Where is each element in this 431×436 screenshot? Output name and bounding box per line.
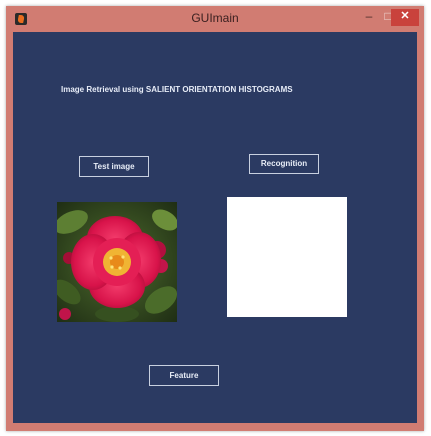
feature-button[interactable]: Feature <box>149 365 219 386</box>
flower-image <box>57 202 177 322</box>
test-image-button[interactable]: Test image <box>79 156 149 177</box>
title-bar[interactable]: GUImain – □ ✕ <box>6 6 424 32</box>
minimize-button[interactable]: – <box>360 9 378 26</box>
test-image-axes <box>57 202 177 322</box>
page-title: Image Retrieval using SALIENT ORIENTATIO… <box>61 85 293 94</box>
recognition-button[interactable]: Recognition <box>249 154 319 174</box>
gui-window: GUImain – □ ✕ Image Retrieval using SALI… <box>6 6 424 431</box>
figure-panel: Image Retrieval using SALIENT ORIENTATIO… <box>13 32 417 423</box>
close-button[interactable]: ✕ <box>391 9 419 26</box>
recognition-result-axes <box>227 197 347 317</box>
